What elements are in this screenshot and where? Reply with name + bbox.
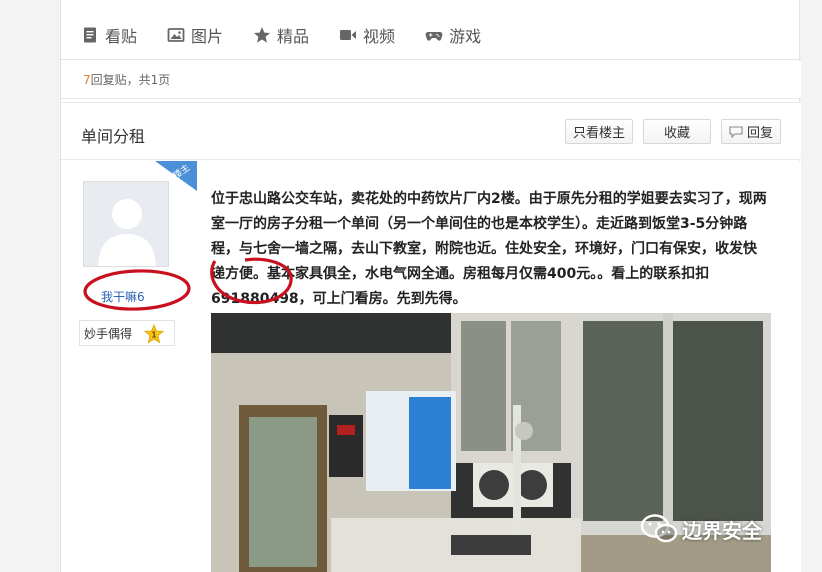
post-line: 程，与七舍一墙之隔，去山下教室，附院也近。住处安全，环境好，门口有保安，收发快 bbox=[211, 241, 757, 257]
page-container: 看贴 图片 精品 视频 游戏 7 回复贴，共 1 页 单间分租 只看楼主 收藏 … bbox=[60, 0, 801, 572]
user-rank: 妙手偶得 1 bbox=[79, 320, 175, 346]
only-op-button[interactable]: 只看楼主 bbox=[565, 119, 633, 144]
tab-label: 精品 bbox=[277, 26, 310, 46]
red-circle-mark bbox=[83, 269, 191, 311]
thread-title: 单间分租 bbox=[81, 127, 146, 146]
gamepad-icon bbox=[425, 26, 443, 44]
watermark-text: 边界安全 bbox=[682, 518, 762, 543]
watermark: 边界安全 bbox=[640, 513, 762, 545]
post: 楼主 我干嘛6 妙手偶得 1 位于忠山路公交车站，卖花处的中药饮片厂内2楼。由于… bbox=[61, 161, 801, 572]
reply-count: 7 回复贴，共 1 页 bbox=[61, 61, 801, 99]
tab-posts[interactable]: 看贴 bbox=[81, 23, 137, 47]
tab-label: 游戏 bbox=[449, 26, 482, 46]
rank-title: 妙手偶得 bbox=[84, 326, 133, 341]
tab-video[interactable]: 视频 bbox=[339, 23, 395, 47]
reply-count-number: 7 bbox=[83, 72, 91, 87]
star-icon bbox=[253, 26, 271, 44]
tab-label: 图片 bbox=[191, 26, 224, 46]
level-star-icon: 1 bbox=[144, 324, 164, 344]
post-line: 室一厅的房子分租一个单间（另一个单间住的也是本校学生）。走近路到饭堂3-5分钟路 bbox=[211, 216, 748, 232]
image-icon bbox=[167, 26, 185, 44]
page-count-number: 1 bbox=[150, 72, 159, 87]
tab-label: 视频 bbox=[363, 26, 396, 46]
post-body: 位于忠山路公交车站，卖花处的中药饮片厂内2楼。由于原先分租的学姐要去实习了，现两… bbox=[211, 187, 781, 312]
tab-bar: 看贴 图片 精品 视频 游戏 bbox=[61, 10, 801, 60]
post-line: 691880498，可上门看房。先到先得。 bbox=[211, 291, 467, 307]
reply-button[interactable]: 回复 bbox=[721, 119, 781, 144]
tab-games[interactable]: 游戏 bbox=[425, 23, 481, 47]
tab-images[interactable]: 图片 bbox=[167, 23, 223, 47]
wechat-icon bbox=[640, 514, 678, 543]
op-badge: 楼主 bbox=[155, 161, 197, 191]
page-count-suffix: 页 bbox=[158, 73, 171, 87]
document-icon bbox=[81, 26, 99, 44]
comment-icon bbox=[729, 125, 743, 138]
thread-header: 单间分租 只看楼主 收藏 回复 bbox=[61, 102, 801, 160]
favorite-button[interactable]: 收藏 bbox=[643, 119, 711, 144]
tab-featured[interactable]: 精品 bbox=[253, 23, 309, 47]
reply-button-label: 回复 bbox=[746, 126, 773, 141]
video-icon bbox=[339, 26, 357, 44]
post-line: 位于忠山路公交车站，卖花处的中药饮片厂内2楼。由于原先分租的学姐要去实习了，现两 bbox=[211, 191, 767, 207]
avatar[interactable] bbox=[83, 181, 169, 267]
post-line: 递方便。基本家具俱全，水电气网全通。房租每月仅需400元。。看上的联系扣扣 bbox=[211, 266, 710, 282]
reply-count-text: 回复贴，共 bbox=[90, 73, 151, 87]
tab-label: 看贴 bbox=[105, 26, 138, 46]
level-number: 1 bbox=[151, 331, 156, 340]
